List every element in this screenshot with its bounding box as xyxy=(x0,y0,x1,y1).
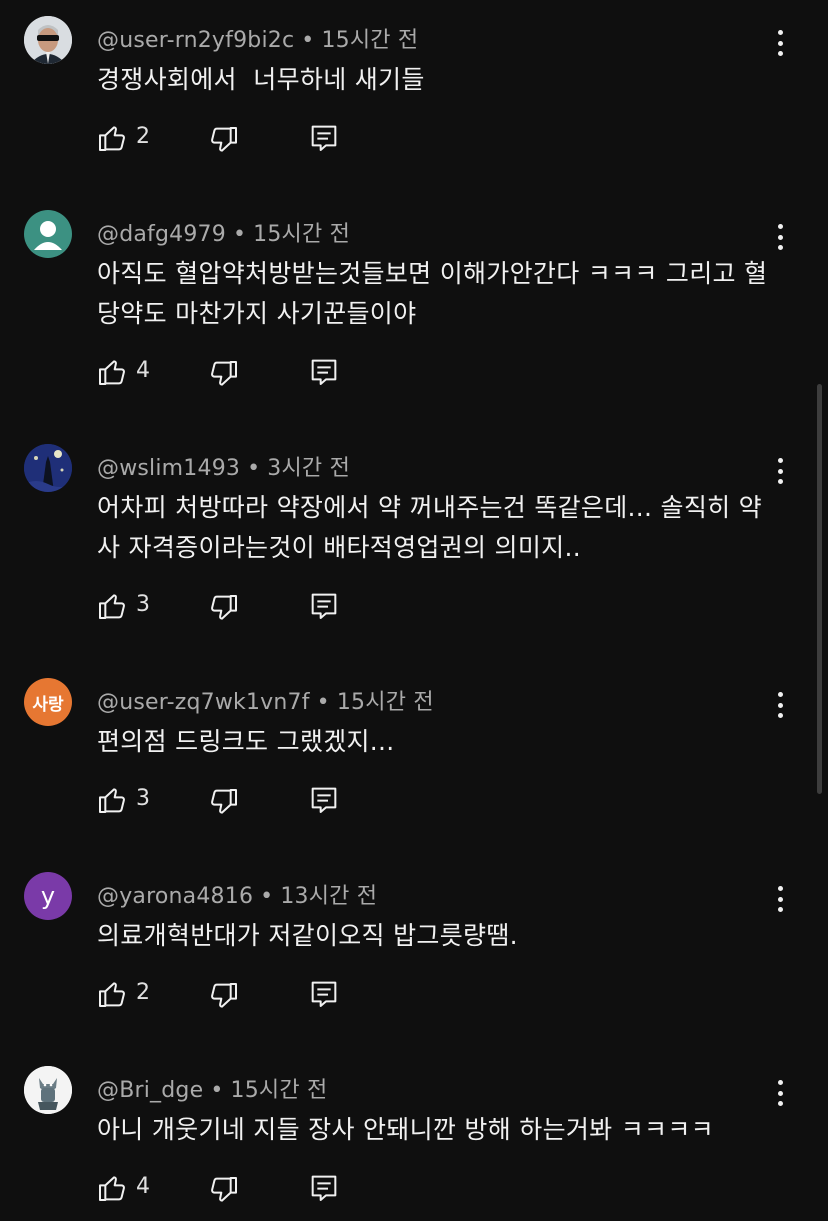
default-person-icon xyxy=(34,221,62,250)
reply-icon xyxy=(311,787,337,813)
thumbs-down-icon xyxy=(211,127,237,152)
like-button[interactable] xyxy=(96,784,130,818)
separator: • xyxy=(210,1078,224,1103)
thumbs-up-icon xyxy=(99,788,125,813)
comment-author[interactable]: @user-zq7wk1vn7f xyxy=(97,690,310,715)
dislike-button[interactable] xyxy=(208,592,242,626)
dislike-button[interactable] xyxy=(208,980,242,1014)
dislike-button[interactable] xyxy=(208,124,242,158)
thumbs-up-icon xyxy=(99,126,125,151)
comment-author[interactable]: @Bri_dge xyxy=(97,1078,203,1103)
reply-button[interactable] xyxy=(308,122,342,156)
avatar[interactable] xyxy=(24,16,72,64)
reply-icon xyxy=(311,981,337,1007)
comment-text: 아직도 혈압약처방받는것들보면 이해가안간다 ㅋㅋㅋ 그리고 혈당약도 마찬가지… xyxy=(97,259,768,328)
comment-author[interactable]: @wslim1493 xyxy=(97,456,240,481)
thumbs-down-icon xyxy=(211,1177,237,1202)
like-button[interactable] xyxy=(96,590,130,624)
reply-icon xyxy=(311,125,337,151)
like-button[interactable] xyxy=(96,356,130,390)
avatar[interactable] xyxy=(24,1066,72,1114)
comment-author[interactable]: @dafg4979 xyxy=(97,222,226,247)
thumbs-down-icon xyxy=(211,361,237,386)
like-count: 4 xyxy=(136,1174,150,1199)
comment-header: @wslim1493 • 3시간 전 xyxy=(97,450,350,482)
avatar[interactable]: y xyxy=(24,872,72,920)
separator: • xyxy=(301,28,315,53)
separator: • xyxy=(260,884,274,909)
comment-header: @user-zq7wk1vn7f • 15시간 전 xyxy=(97,684,434,716)
more-vertical-icon[interactable] xyxy=(768,886,792,912)
comment-text: 어차피 처방따라 약장에서 약 꺼내주는건 똑같은데... 솔직히 약사 자격증… xyxy=(97,493,762,562)
avatar-photo-icon xyxy=(24,444,72,492)
reply-button[interactable] xyxy=(308,590,342,624)
thumbs-up-icon xyxy=(99,982,125,1007)
separator: • xyxy=(247,456,261,481)
comment-text: 의료개혁반대가 저같이오직 밥그릇량땜. xyxy=(97,921,518,950)
thumbs-up-icon xyxy=(99,594,125,619)
thumbs-down-icon xyxy=(211,595,237,620)
like-button[interactable] xyxy=(96,1172,130,1206)
comment-header: @dafg4979 • 15시간 전 xyxy=(97,216,350,248)
reply-icon xyxy=(311,1175,337,1201)
more-vertical-icon[interactable] xyxy=(768,30,792,56)
comment-text: 경쟁사회에서 너무하네 새기들 xyxy=(97,65,425,94)
avatar-photo-icon xyxy=(24,16,72,64)
comment-time: 15시간 전 xyxy=(336,690,434,715)
reply-button[interactable] xyxy=(308,784,342,818)
more-vertical-icon[interactable] xyxy=(768,692,792,718)
comment-author[interactable]: @user-rn2yf9bi2c xyxy=(97,28,294,53)
reply-button[interactable] xyxy=(308,1172,342,1206)
comment-author[interactable]: @yarona4816 xyxy=(97,884,253,909)
like-count: 4 xyxy=(136,358,150,383)
like-count: 2 xyxy=(136,124,150,149)
thumbs-down-icon xyxy=(211,983,237,1008)
like-button[interactable] xyxy=(96,122,130,156)
more-vertical-icon[interactable] xyxy=(768,458,792,484)
avatar[interactable]: 사랑 xyxy=(24,678,72,726)
avatar-initials: 사랑 xyxy=(32,694,64,715)
comment-header: @yarona4816 • 13시간 전 xyxy=(97,878,377,910)
dislike-button[interactable] xyxy=(208,786,242,820)
scrollbar[interactable] xyxy=(817,384,822,794)
comment-time: 15시간 전 xyxy=(321,28,419,53)
like-count: 3 xyxy=(136,592,150,617)
avatar[interactable] xyxy=(24,210,72,258)
reply-icon xyxy=(311,359,337,385)
more-vertical-icon[interactable] xyxy=(768,224,792,250)
like-button[interactable] xyxy=(96,978,130,1012)
reply-button[interactable] xyxy=(308,978,342,1012)
comment-header: @Bri_dge • 15시간 전 xyxy=(97,1072,327,1104)
separator: • xyxy=(232,222,247,247)
avatar[interactable] xyxy=(24,444,72,492)
reply-button[interactable] xyxy=(308,356,342,390)
thumbs-up-icon xyxy=(99,360,125,385)
reply-icon xyxy=(311,593,337,619)
comment-text: 편의점 드링크도 그랬겠지... xyxy=(97,727,395,756)
avatar-cartoon-icon xyxy=(24,1066,72,1114)
separator: • xyxy=(316,690,330,715)
dislike-button[interactable] xyxy=(208,1174,242,1208)
thumbs-down-icon xyxy=(211,789,237,814)
comment-time: 15시간 전 xyxy=(230,1078,328,1103)
dislike-button[interactable] xyxy=(208,358,242,392)
like-count: 3 xyxy=(136,786,150,811)
like-count: 2 xyxy=(136,980,150,1005)
comment-time: 15시간 전 xyxy=(253,222,351,247)
more-vertical-icon[interactable] xyxy=(768,1080,792,1106)
comment-time: 13시간 전 xyxy=(280,884,378,909)
comment-text: 아니 개웃기네 지들 장사 안돼니깐 방해 하는거봐 ㅋㅋㅋㅋ xyxy=(97,1115,714,1144)
comment-time: 3시간 전 xyxy=(267,456,351,481)
avatar-initial: y xyxy=(40,882,56,910)
thumbs-up-icon xyxy=(99,1176,125,1201)
comment-header: @user-rn2yf9bi2c • 15시간 전 xyxy=(97,22,418,54)
